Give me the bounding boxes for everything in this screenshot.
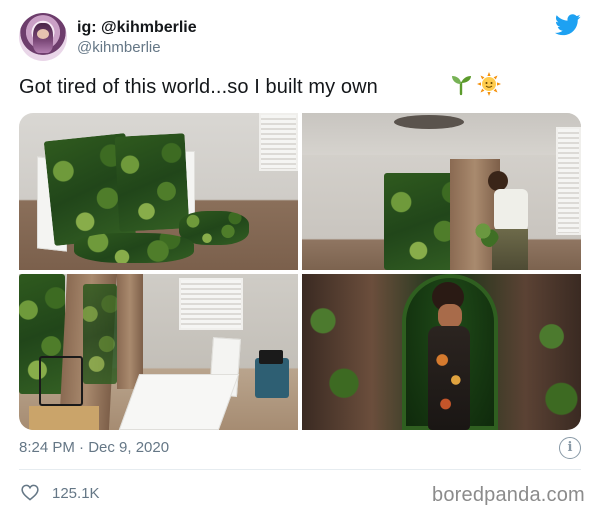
like-count[interactable]: 125.1K [52,485,100,502]
avatar[interactable] [19,13,67,61]
sun-with-face-emoji [477,72,501,96]
author-display-name[interactable]: ig: @kihmberlie [77,19,197,37]
twitter-bird-icon[interactable] [555,14,581,36]
author-handle[interactable]: @kihmberlie [77,39,161,56]
photo-green-arch[interactable] [302,274,581,430]
tweet-text: Got tired of this world...so I built my … [19,76,378,98]
photo-moss-panels[interactable] [19,113,298,270]
tweet-timestamp[interactable]: 8:24 PM · Dec 9, 2020 [19,439,169,456]
tweet-card: ig: @kihmberlie @kihmberlie Got tired of… [0,0,600,518]
photo-installing-wall[interactable] [302,113,581,270]
seedling-emoji [452,76,471,96]
media-grid[interactable] [19,113,581,430]
photo-room-boards[interactable] [19,274,298,430]
boredpanda-watermark: boredpanda.com [432,484,585,506]
info-icon[interactable]: i [559,437,581,459]
divider [19,469,581,470]
heart-icon[interactable] [21,484,39,501]
